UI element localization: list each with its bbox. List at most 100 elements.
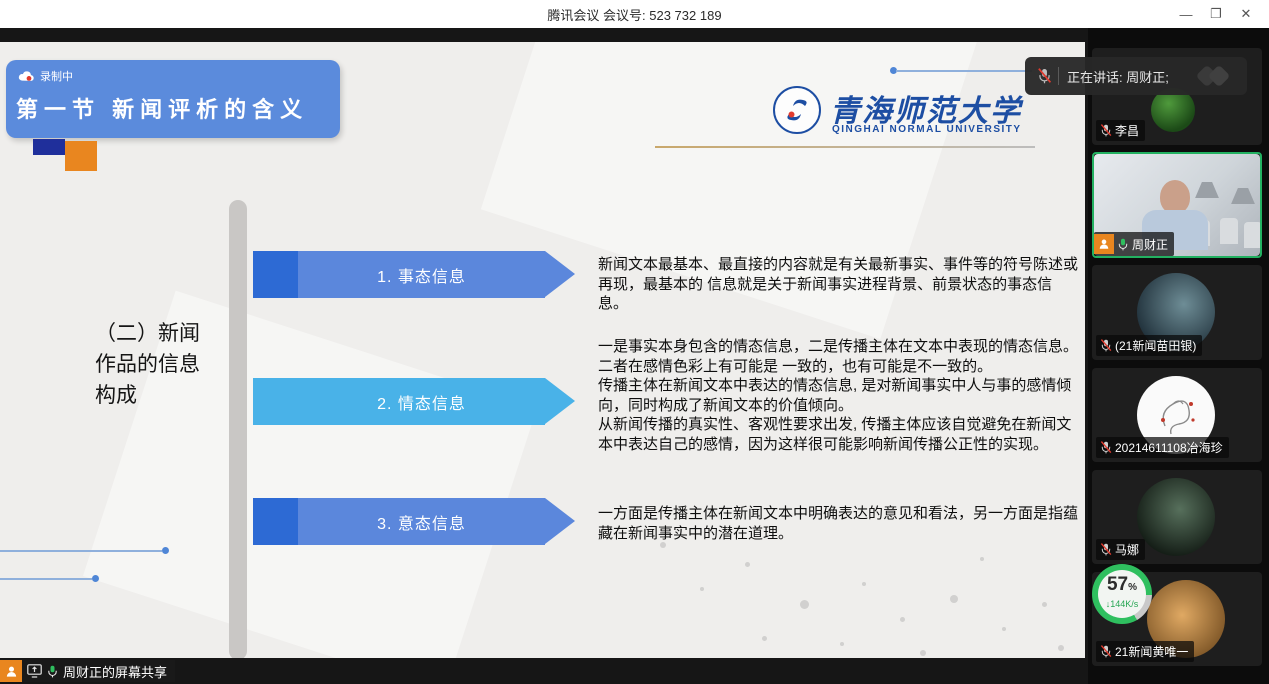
decor-dot: [1042, 602, 1047, 607]
participant-nameplate: 李昌: [1096, 120, 1145, 141]
participant-nameplate: (21新闻苗田银): [1096, 335, 1202, 356]
network-percent-sign: %: [1128, 582, 1137, 593]
mic-muted-icon: [1100, 124, 1112, 137]
paragraph: 一方面是传播主体在新闻文本中明确表达的意见和看法，另一方面是指蕴藏在新闻事实中的…: [598, 504, 1079, 543]
decor-dot: [862, 582, 866, 586]
text-block-2: 一是事实本身包含的情态信息，二是传播主体在文本中表现的情态信息。二者在感情色彩上…: [598, 337, 1079, 454]
mic-muted-icon: [1100, 441, 1112, 454]
shared-screen-area: 录制中 第一节 新闻评析的含义 青海师范大学 QINGHAI NORMAL UN…: [0, 28, 1088, 684]
close-button[interactable]: ✕: [1231, 6, 1261, 22]
paragraph: 从新闻传播的真实性、客观性要求出发, 传播主体应该自觉避免在新闻文本中表达自己的…: [598, 415, 1079, 454]
participant-nameplate: 马娜: [1096, 539, 1145, 560]
sharer-badge: [0, 660, 22, 682]
decor-dot: [980, 557, 984, 561]
participant-nameplate: 21新闻黄唯一: [1096, 641, 1194, 662]
screen-share-bar: 周财正的屏幕共享: [0, 660, 175, 682]
network-quality-indicator: 57% ↓144K/s: [1092, 564, 1152, 624]
mic-on-icon: [46, 665, 59, 678]
window-controls: — ❐ ✕: [1171, 0, 1261, 28]
participant-tile[interactable]: 57% ↓144K/s 21新闻黄唯一: [1092, 572, 1262, 666]
section-heading-line: （二）新闻: [95, 318, 200, 349]
decor-dot: [1058, 645, 1064, 651]
participant-name: 李昌: [1115, 122, 1139, 139]
lamp-shape: [1190, 182, 1224, 198]
participant-nameplate: 周财正: [1094, 232, 1174, 256]
decor-dot: [920, 650, 926, 656]
mic-muted-icon: [1037, 68, 1052, 84]
person-icon: [5, 665, 18, 678]
avatar: [1137, 478, 1215, 556]
recording-indicator: 录制中: [18, 68, 73, 84]
arrow-accent-square: [253, 251, 298, 298]
section-heading: （二）新闻 作品的信息 构成: [95, 318, 200, 411]
meeting-title: 腾讯会议 会议号: 523 732 189: [547, 5, 721, 24]
paragraph: 传播主体在新闻文本中表达的情态信息, 是对新闻事实中人与事的感情倾向，同时构成了…: [598, 376, 1079, 415]
arrow-accent-square: [253, 498, 298, 545]
mic-muted-icon: [1100, 339, 1112, 352]
participant-nameplate: 20214611108冶海珍: [1096, 437, 1229, 458]
decor-dot: [745, 562, 750, 567]
participant-tile-active-speaker[interactable]: 周财正: [1092, 152, 1262, 258]
screen-share-icon: [27, 664, 42, 678]
arrow-head: [545, 378, 575, 424]
paragraph: 一是事实本身包含的情态信息，二是传播主体在文本中表现的情态信息。二者在感情色彩上…: [598, 337, 1079, 376]
tencent-meeting-window: 腾讯会议 会议号: 523 732 189 — ❐ ✕ 录制中 第一节 新闻评析…: [0, 0, 1269, 684]
cloud-record-icon: [18, 70, 35, 83]
decor-vertical-bar: [229, 200, 247, 658]
arrow-item-1: 1. 事态信息: [253, 251, 575, 298]
participants-panel: 李昌: [1088, 28, 1269, 684]
mic-muted-icon: [1100, 645, 1112, 658]
decor-square-navy: [33, 139, 65, 155]
decor-dot: [840, 642, 844, 646]
slide-title: 第一节 新闻评析的含义: [16, 92, 308, 124]
decor-square-orange: [65, 141, 97, 171]
text-block-3: 一方面是传播主体在新闻文本中明确表达的意见和看法，另一方面是指蕴藏在新闻事实中的…: [598, 504, 1079, 543]
decor-dot: [1002, 627, 1006, 631]
arrow-label: 3. 意态信息: [298, 498, 545, 545]
person-silhouette: [1160, 180, 1190, 214]
decor-dot: [900, 617, 905, 622]
decor-dot: [162, 547, 169, 554]
participant-tile[interactable]: (21新闻苗田银): [1092, 265, 1262, 360]
screen-share-label: 周财正的屏幕共享: [22, 660, 175, 682]
speaking-toast: 正在讲话: 周财正;: [1025, 57, 1247, 95]
participant-name: 21新闻黄唯一: [1115, 643, 1188, 660]
arrow-item-3: 3. 意态信息: [253, 498, 575, 545]
restore-button[interactable]: ❐: [1201, 6, 1231, 22]
screen-share-text: 周财正的屏幕共享: [63, 662, 167, 681]
lamp-shape: [1226, 188, 1260, 204]
decor-line: [896, 70, 1032, 72]
arrow-label: 2. 情态信息: [298, 378, 545, 425]
arrow-accent-square: [253, 378, 298, 425]
university-name-en: QINGHAI NORMAL UNIVERSITY: [832, 124, 1022, 135]
decor-dot: [700, 587, 704, 591]
participant-name: 20214611108冶海珍: [1115, 439, 1223, 456]
meeting-watermark-icon: [1195, 64, 1239, 88]
participant-tile[interactable]: 马娜: [1092, 470, 1262, 564]
participant-name: 周财正: [1132, 236, 1168, 253]
arrow-head: [545, 498, 575, 544]
decor-dot: [950, 595, 958, 603]
decor-dot: [92, 575, 99, 582]
text-block-1: 新闻文本最基本、最直接的内容就是有关最新事实、事件等的符号陈述或再现，最基本的 …: [598, 255, 1079, 314]
speaking-toast-text: 正在讲话: 周财正;: [1067, 67, 1195, 86]
person-icon: [1098, 238, 1110, 250]
minimize-button[interactable]: —: [1171, 7, 1201, 22]
section-heading-line: 构成: [95, 380, 200, 411]
university-logo: 青海师范大学 QINGHAI NORMAL UNIVERSITY: [740, 84, 1040, 144]
section-heading-line: 作品的信息: [95, 349, 200, 380]
window-titlebar[interactable]: 腾讯会议 会议号: 523 732 189 — ❐ ✕: [0, 0, 1269, 28]
recording-label: 录制中: [40, 68, 73, 84]
participant-tile[interactable]: 20214611108冶海珍: [1092, 368, 1262, 462]
chair-shape: [1244, 222, 1260, 248]
decor-dot: [800, 600, 809, 609]
toast-divider: [1058, 67, 1059, 85]
arrow-label: 1. 事态信息: [298, 251, 545, 298]
mic-muted-icon: [1100, 543, 1112, 556]
presentation-slide: 录制中 第一节 新闻评析的含义 青海师范大学 QINGHAI NORMAL UN…: [0, 42, 1085, 658]
university-seal-icon: [773, 86, 821, 134]
decor-line: [0, 550, 162, 552]
arrow-item-2: 2. 情态信息: [253, 378, 575, 425]
network-percent: 57: [1107, 574, 1128, 595]
participant-name: (21新闻苗田银): [1115, 337, 1196, 354]
